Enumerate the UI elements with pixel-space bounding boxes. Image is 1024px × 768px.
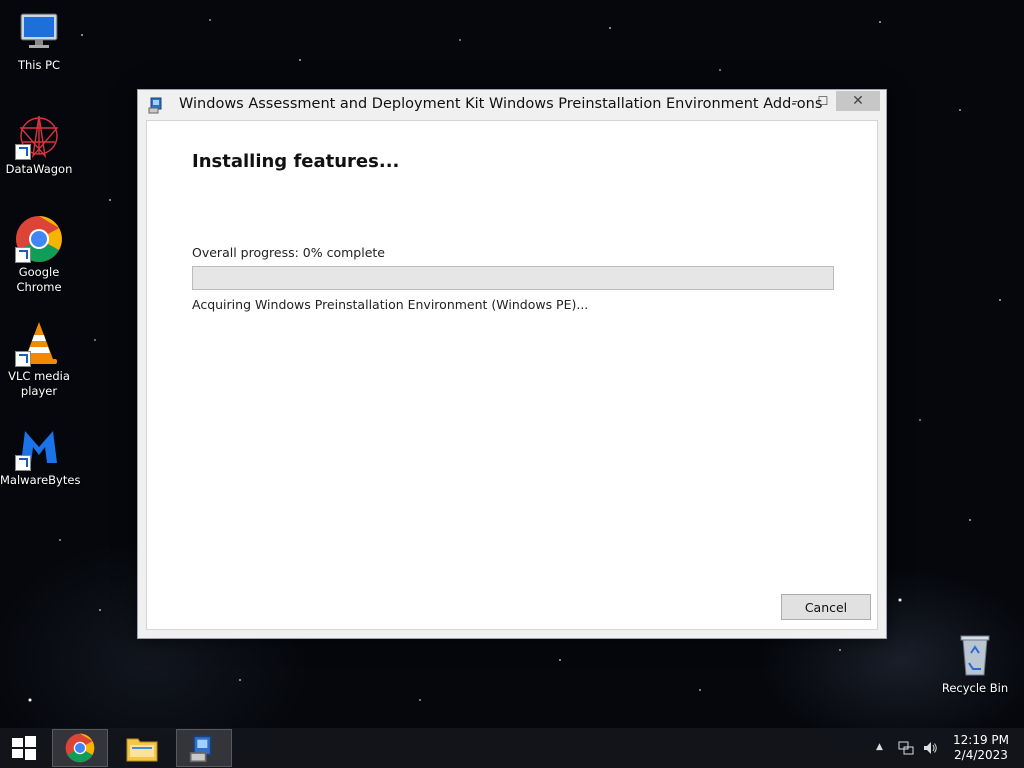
windows-logo-icon bbox=[12, 736, 36, 760]
page-heading: Installing features... bbox=[192, 151, 400, 172]
title-bar[interactable]: Windows Assessment and Deployment Kit Wi… bbox=[138, 90, 886, 120]
maximize-button[interactable]: ☐ bbox=[810, 91, 836, 111]
datawagon-label: DataWagon bbox=[5, 162, 73, 176]
recycle-bin-icon bbox=[951, 631, 999, 679]
window-title: Windows Assessment and Deployment Kit Wi… bbox=[179, 96, 823, 112]
chrome-icon bbox=[65, 733, 95, 763]
progress-label: Overall progress: 0% complete bbox=[192, 245, 385, 260]
volume-icon[interactable] bbox=[922, 740, 938, 759]
cancel-button[interactable]: Cancel bbox=[781, 594, 871, 620]
vlc-shortcut[interactable]: VLC media player bbox=[0, 319, 78, 399]
taskbar: ▲ 12:19 PM 2/4/2023 bbox=[0, 728, 1024, 768]
shortcut-arrow-icon bbox=[15, 144, 31, 160]
shortcut-arrow-icon bbox=[15, 351, 31, 367]
show-hidden-icons-icon[interactable]: ▲ bbox=[876, 742, 883, 752]
installer-icon bbox=[189, 735, 212, 763]
close-button[interactable]: ✕ bbox=[836, 91, 880, 111]
computer-icon bbox=[15, 8, 63, 56]
google-chrome-label: Google Chrome bbox=[16, 265, 62, 294]
clock-time: 12:19 PM bbox=[953, 733, 1009, 747]
network-icon[interactable] bbox=[898, 740, 914, 759]
recycle-bin-label: Recycle Bin bbox=[941, 681, 1009, 695]
taskbar-chrome[interactable] bbox=[52, 729, 108, 767]
adk-installer-window: Windows Assessment and Deployment Kit Wi… bbox=[137, 89, 887, 639]
vlc-label: VLC media player bbox=[8, 369, 70, 398]
shortcut-arrow-icon bbox=[15, 455, 31, 471]
folder-icon bbox=[126, 738, 158, 762]
installer-app-icon bbox=[148, 96, 166, 114]
malwarebytes-label: MalwareBytes bbox=[0, 473, 81, 487]
this-pc-shortcut[interactable]: This PC bbox=[0, 8, 78, 73]
status-text: Acquiring Windows Preinstallation Enviro… bbox=[192, 297, 589, 312]
google-chrome-shortcut[interactable]: Google Chrome bbox=[0, 215, 78, 295]
minimize-button[interactable]: – bbox=[782, 91, 808, 111]
recycle-bin-shortcut[interactable]: Recycle Bin bbox=[936, 631, 1014, 696]
shortcut-arrow-icon bbox=[15, 247, 31, 263]
datawagon-icon bbox=[15, 112, 63, 160]
this-pc-label: This PC bbox=[17, 58, 61, 72]
desktop: This PC DataWagon Google Chrome VLC medi… bbox=[0, 0, 1024, 768]
chrome-icon bbox=[15, 215, 63, 263]
datawagon-shortcut[interactable]: DataWagon bbox=[0, 112, 78, 177]
start-button[interactable] bbox=[0, 729, 48, 767]
vlc-cone-icon bbox=[15, 319, 63, 367]
system-clock[interactable]: 12:19 PM 2/4/2023 bbox=[948, 733, 1014, 763]
dialog-content: Installing features... Overall progress:… bbox=[146, 120, 878, 630]
taskbar-installer[interactable] bbox=[176, 729, 232, 767]
progress-bar bbox=[192, 266, 834, 290]
clock-date: 2/4/2023 bbox=[954, 748, 1008, 762]
taskbar-file-explorer[interactable] bbox=[114, 729, 170, 767]
malwarebytes-icon bbox=[15, 423, 63, 471]
malwarebytes-shortcut[interactable]: MalwareBytes bbox=[0, 423, 81, 488]
